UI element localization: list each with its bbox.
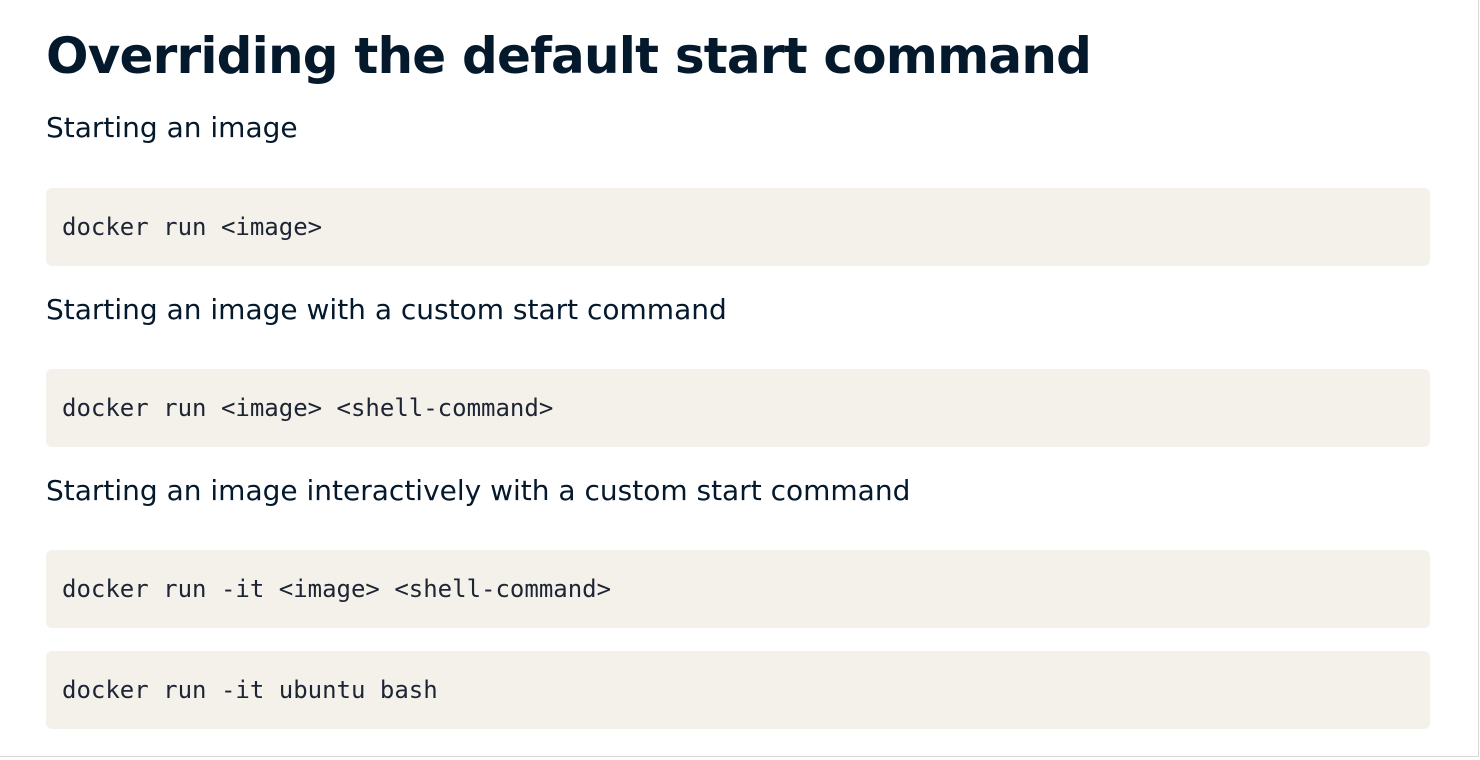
content-section: Overriding the default start command Sta… — [46, 24, 1430, 729]
code-text[interactable]: docker run -it <image> <shell-command> — [62, 575, 611, 603]
label-starting-image: Starting an image — [46, 111, 298, 144]
code-block-run-custom-command[interactable]: docker run <image> <shell-command> — [46, 369, 1430, 447]
section-title: Overriding the default start command — [46, 27, 1092, 85]
label-custom-command: Starting an image with a custom start co… — [46, 293, 727, 326]
label-interactive-command: Starting an image interactively with a c… — [46, 474, 911, 507]
code-block-example-ubuntu[interactable]: docker run -it ubuntu bash — [46, 651, 1430, 729]
code-block-run-image[interactable]: docker run <image> — [46, 188, 1430, 266]
page-frame: Overriding the default start command Sta… — [0, 0, 1479, 757]
code-text[interactable]: docker run <image> <shell-command> — [62, 394, 553, 422]
code-text[interactable]: docker run <image> — [62, 213, 322, 241]
code-text[interactable]: docker run -it ubuntu bash — [62, 676, 438, 704]
code-block-run-interactive[interactable]: docker run -it <image> <shell-command> — [46, 550, 1430, 628]
